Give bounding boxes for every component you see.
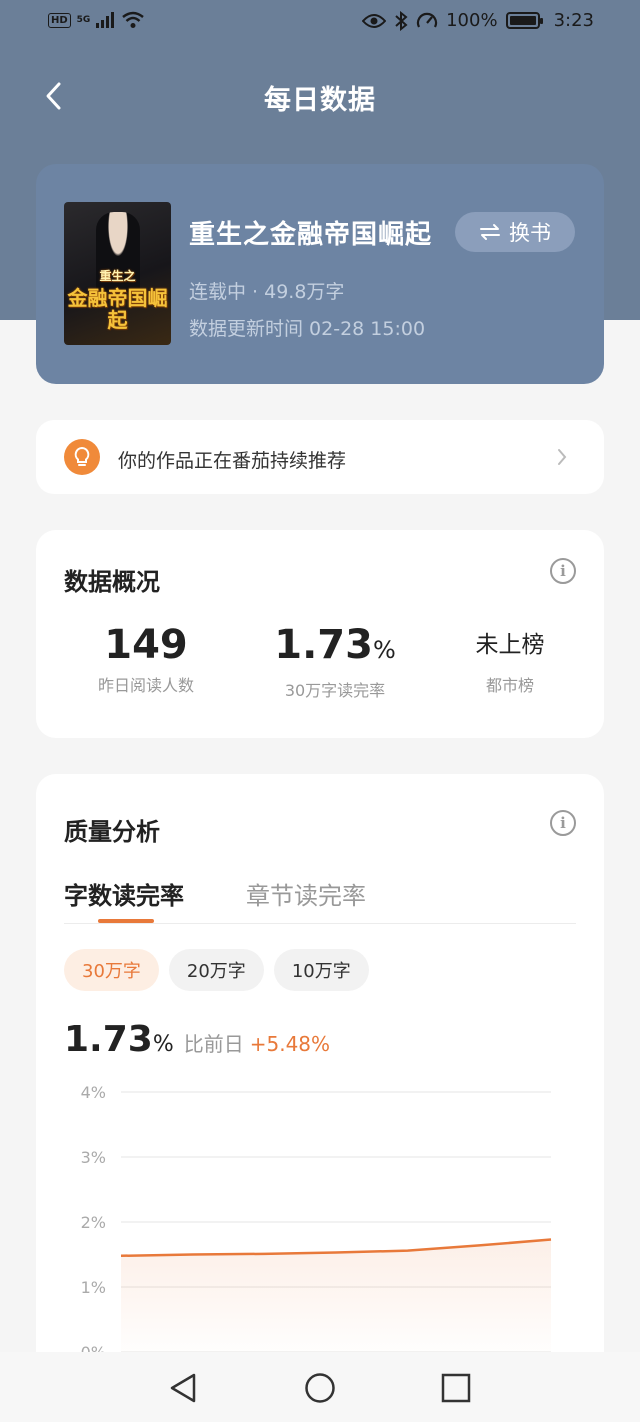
swap-icon: [480, 224, 500, 240]
recommendation-banner[interactable]: 你的作品正在番茄持续推荐: [36, 420, 604, 494]
completion-rate-chart: 0%1%2%3%4%: [81, 1083, 552, 1362]
stat-label: 都市榜: [485, 676, 534, 695]
tab-chapter-completion[interactable]: 章节读完率: [246, 876, 366, 911]
stat-ranking: 未上榜 都市榜: [450, 622, 570, 696]
battery-percent: 100%: [446, 10, 498, 31]
active-tab-indicator: [98, 919, 154, 923]
lightbulb-icon: [64, 439, 100, 475]
y-tick-label: 2%: [81, 1213, 106, 1232]
info-icon[interactable]: i: [550, 810, 576, 836]
switch-book-label: 换书: [509, 221, 551, 245]
stat-value: 1.73%: [274, 622, 396, 668]
book-meta: 连载中 · 49.8万字: [189, 281, 345, 303]
header: 每日数据: [0, 70, 640, 122]
cover-title: 重生之 金融帝国崛起: [64, 265, 171, 331]
stat-label: 30万字读完率: [284, 681, 386, 700]
book-update-time: 数据更新时间 02-28 15:00: [189, 318, 426, 340]
cover-title-small: 重生之: [99, 269, 136, 283]
overview-card: 数据概况 i 149 昨日阅读人数 1.73% 30万字读完率 未上榜 都市榜: [36, 530, 604, 738]
rate-summary: 1.73% 比前日 +5.48%: [64, 1019, 330, 1060]
book-card: 重生之 金融帝国崛起 重生之金融帝国崛起 换书 连载中 · 49.8万字 数据更…: [36, 164, 604, 384]
switch-book-button[interactable]: 换书: [455, 212, 575, 252]
signal-icon: [96, 12, 115, 28]
wifi-icon: [122, 11, 145, 28]
stat-completion-rate: 1.73% 30万字读完率: [260, 622, 410, 701]
chip-300k[interactable]: 30万字: [64, 949, 159, 991]
recommendation-text: 你的作品正在番茄持续推荐: [118, 450, 347, 472]
clock: 3:23: [553, 10, 594, 31]
y-tick-label: 3%: [81, 1148, 106, 1167]
stat-value: 149: [104, 622, 188, 668]
range-chips: 30万字 20万字 10万字: [64, 949, 369, 991]
nav-recents-button[interactable]: [436, 1368, 476, 1408]
status-right: 100% 3:23: [362, 10, 594, 31]
nav-back-button[interactable]: [164, 1368, 204, 1408]
y-tick-label: 4%: [81, 1083, 106, 1102]
chip-200k[interactable]: 20万字: [168, 949, 264, 991]
y-tick-label: 1%: [81, 1278, 106, 1297]
rate-value: 1.73%: [64, 1019, 174, 1060]
book-cover[interactable]: 重生之 金融帝国崛起: [64, 202, 171, 345]
speedometer-icon: [417, 12, 438, 28]
network-type: 5G: [76, 15, 91, 25]
cover-title-large: 金融帝国崛起: [67, 286, 168, 332]
quality-card: 质量分析 i 字数读完率 章节读完率 30万字 20万字 10万字 1.73% …: [36, 774, 604, 1422]
chevron-right-icon: [558, 449, 567, 465]
page-title: 每日数据: [264, 85, 376, 116]
eye-icon: [362, 13, 387, 28]
info-icon[interactable]: i: [550, 558, 576, 584]
square-recents-icon: [441, 1373, 471, 1403]
overview-title: 数据概况: [64, 568, 160, 596]
nav-home-button[interactable]: [300, 1368, 340, 1408]
compare-delta: +5.48%: [249, 1032, 331, 1056]
system-nav-bar: [0, 1352, 640, 1422]
stat-readers: 149 昨日阅读人数: [76, 622, 216, 696]
tab-word-completion[interactable]: 字数读完率: [64, 876, 184, 911]
chip-100k[interactable]: 10万字: [273, 949, 369, 991]
circle-home-icon: [305, 1373, 335, 1403]
battery-icon: [505, 12, 543, 29]
status-bar: HD 5G 100% 3:23: [0, 0, 640, 44]
quality-tabs: 字数读完率 章节读完率: [64, 876, 576, 924]
bluetooth-icon: [395, 10, 408, 31]
series-area: [121, 1239, 551, 1352]
book-title: 重生之金融帝国崛起: [189, 220, 433, 250]
status-left: HD 5G: [48, 11, 145, 29]
quality-title: 质量分析: [64, 818, 160, 846]
stat-value: 未上榜: [475, 632, 545, 658]
hd-badge: HD: [48, 12, 71, 28]
triangle-back-icon: [170, 1373, 196, 1403]
compare-label: 比前日: [183, 1032, 244, 1056]
stat-label: 昨日阅读人数: [97, 676, 194, 695]
